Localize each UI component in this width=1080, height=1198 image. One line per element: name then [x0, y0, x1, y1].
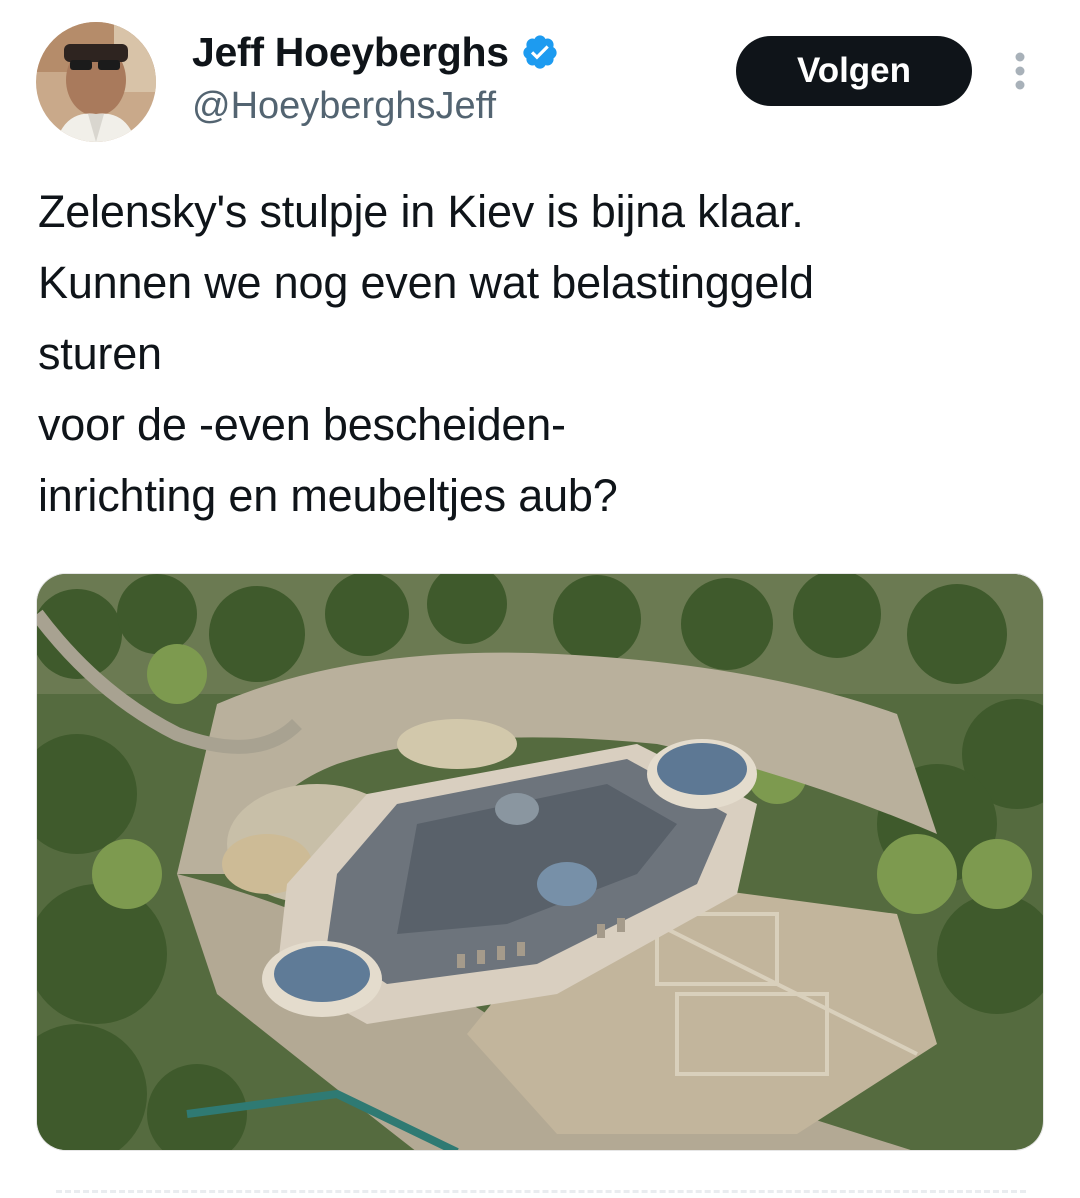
divider	[56, 1190, 1026, 1193]
author-avatar[interactable]	[36, 22, 156, 142]
avatar-photo-icon	[36, 22, 156, 142]
tweet-text-line: sturen	[38, 328, 162, 379]
tweet-text-line: voor de -even bescheiden-	[38, 399, 566, 450]
author-name-row: Jeff Hoeyberghs	[192, 26, 559, 78]
author-info: Jeff Hoeyberghs @HoeyberghsJeff	[192, 26, 559, 130]
more-vertical-icon	[1015, 52, 1025, 90]
aerial-photo-palace-image	[37, 574, 1043, 1150]
author-display-name[interactable]: Jeff Hoeyberghs	[192, 26, 509, 78]
tweet-text-line: Zelensky's stulpje in Kiev is bijna klaa…	[38, 186, 804, 237]
tweet-text-line: Kunnen we nog even wat belastinggeld	[38, 257, 814, 308]
verified-badge-icon[interactable]	[521, 33, 559, 71]
tweet-text-line: inrichting en meubeltjes aub?	[38, 470, 618, 521]
tweet-text: Zelensky's stulpje in Kiev is bijna klaa…	[38, 176, 1038, 531]
more-options-button[interactable]	[1002, 46, 1038, 96]
tweet-media-image[interactable]	[36, 573, 1044, 1151]
author-handle[interactable]: @HoeyberghsJeff	[192, 82, 559, 130]
tweet-card: Jeff Hoeyberghs @HoeyberghsJeff Volgen Z…	[0, 0, 1080, 1198]
follow-button[interactable]: Volgen	[736, 36, 972, 106]
